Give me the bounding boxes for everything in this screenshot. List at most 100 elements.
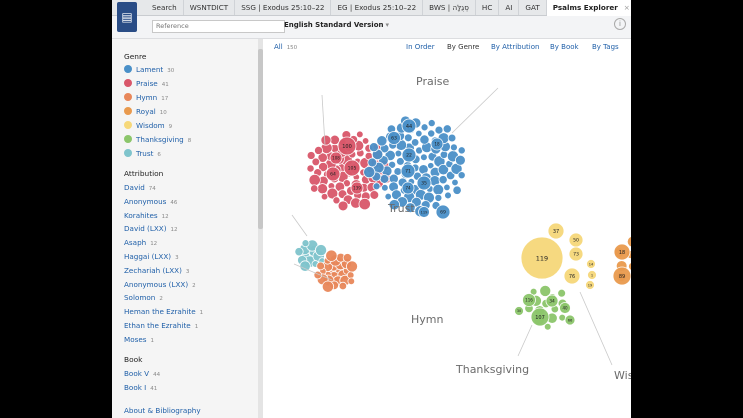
psalm-bubble[interactable]: [316, 261, 325, 271]
book-item-book-v[interactable]: Book V 44: [124, 369, 160, 378]
genre-item-royal[interactable]: Royal 10: [124, 107, 167, 116]
psalm-bubble[interactable]: [347, 277, 356, 286]
psalm-bubble[interactable]: [444, 191, 452, 200]
psalm-bubble[interactable]: [394, 149, 403, 158]
psalm-bubble[interactable]: [320, 192, 329, 201]
book-item-book-i[interactable]: Book I 41: [124, 383, 157, 392]
psalm-bubble[interactable]: [381, 183, 389, 192]
genre-item-lament[interactable]: Lament 30: [124, 65, 174, 74]
psalm-bubble[interactable]: [367, 157, 378, 168]
psalm-bubble[interactable]: [454, 154, 466, 166]
attribution-item-solomon[interactable]: Solomon 2: [124, 293, 163, 302]
psalm-bubble[interactable]: [346, 271, 355, 279]
attribution-item-anonymous-lxx[interactable]: Anonymous (LXX) 2: [124, 280, 196, 289]
genre-item-hymn[interactable]: Hymn 17: [124, 93, 168, 102]
psalm-bubble[interactable]: [356, 130, 364, 139]
psalm-bubble[interactable]: [457, 146, 466, 155]
psalm-bubble[interactable]: [451, 178, 459, 187]
psalm-bubble[interactable]: [557, 288, 567, 298]
attribution-item-zechariah-lxx[interactable]: Zechariah (LXX) 3: [124, 266, 189, 275]
psalm-bubble[interactable]: [447, 133, 457, 143]
attribution-item-heman-the-ezrahite[interactable]: Heman the Ezrahite 1: [124, 307, 203, 316]
genre-item-praise[interactable]: Praise 41: [124, 79, 169, 88]
psalm-bubble[interactable]: [626, 236, 631, 248]
info-icon[interactable]: i: [614, 18, 626, 30]
psalm-bubble[interactable]: [427, 129, 436, 138]
psalm-bubble[interactable]: [337, 200, 349, 212]
tab-wsntdict[interactable]: WSNTDICT: [184, 0, 236, 15]
view-by-tags[interactable]: By Tags: [592, 43, 619, 51]
psalm-bubble[interactable]: [434, 193, 443, 202]
psalm-bubble[interactable]: [420, 123, 429, 132]
psalm-bubble[interactable]: [539, 284, 552, 297]
psalm-bubble[interactable]: [361, 137, 370, 145]
psalm-bubble[interactable]: [403, 133, 413, 143]
tab-hc[interactable]: HC: [476, 0, 500, 15]
attribution-item-david-lxx[interactable]: David (LXX) 12: [124, 224, 178, 233]
psalm-bubble[interactable]: [306, 164, 315, 173]
psalm-bubble[interactable]: [346, 260, 358, 273]
psalm-bubble[interactable]: [368, 142, 379, 153]
view-by-attribution[interactable]: By Attribution: [491, 43, 539, 51]
tab-ssg-exodus-25-10-22[interactable]: SSG | Exodus 25:10–22: [235, 0, 332, 15]
psalm-bubble[interactable]: [301, 239, 310, 248]
psalm-bubble[interactable]: [376, 135, 388, 147]
psalm-bubble[interactable]: [434, 125, 444, 135]
tab-bws[interactable]: BWS | סְגֻלָּה: [423, 0, 476, 15]
genre-item-trust[interactable]: Trust 6: [124, 149, 161, 158]
attribution-item-haggai-lxx[interactable]: Haggai (LXX) 3: [124, 252, 179, 261]
sidebar-scrollbar[interactable]: [258, 39, 263, 418]
tab-psalms-explorer[interactable]: Psalms Explorer ×: [546, 0, 631, 16]
attribution-item-korahites[interactable]: Korahites 12: [124, 211, 169, 220]
psalm-bubble[interactable]: [314, 244, 328, 257]
psalm-bubble[interactable]: [314, 145, 324, 155]
scroll-thumb[interactable]: [258, 49, 263, 229]
tab-ai[interactable]: AI: [499, 0, 520, 15]
psalm-bubble[interactable]: [420, 153, 428, 162]
tab-gat[interactable]: GAT: [519, 0, 547, 15]
psalm-bubble[interactable]: [457, 171, 466, 180]
psalm-bubble[interactable]: [427, 119, 436, 128]
psalm-bubble[interactable]: [384, 192, 392, 201]
psalm-bubble[interactable]: [379, 174, 390, 184]
psalm-bubble[interactable]: [338, 281, 348, 291]
psalm-bubble[interactable]: [439, 150, 449, 159]
tab-search[interactable]: Search: [146, 0, 184, 15]
psalm-bubble[interactable]: [432, 183, 445, 196]
psalm-bubble[interactable]: [369, 190, 380, 200]
psalm-bubble[interactable]: [449, 143, 458, 152]
view-in-order[interactable]: In Order: [406, 43, 435, 51]
psalm-bubble[interactable]: [442, 124, 452, 134]
about-bibliography-link[interactable]: About & Bibliography: [124, 406, 201, 415]
attribution-item-david[interactable]: David 74: [124, 183, 156, 192]
attribution-item-asaph[interactable]: Asaph 12: [124, 238, 157, 247]
psalm-bubble[interactable]: [321, 280, 335, 293]
psalm-bubble[interactable]: [363, 166, 376, 179]
psalm-bubble[interactable]: [316, 183, 329, 195]
genre-item-wisdom[interactable]: Wisdom 9: [124, 121, 172, 130]
psalm-bubble[interactable]: [310, 184, 319, 193]
genre-item-thanksgiving[interactable]: Thanksgiving 8: [124, 135, 191, 144]
psalm-bubble[interactable]: [438, 175, 448, 185]
psalm-bubble[interactable]: [342, 253, 353, 263]
psalm-bubble[interactable]: [294, 247, 304, 257]
attribution-item-ethan-the-ezrahite[interactable]: Ethan the Ezrahite 1: [124, 321, 198, 330]
psalm-bubble[interactable]: [308, 173, 321, 187]
psalm-bubble[interactable]: [628, 262, 631, 271]
psalm-bubble[interactable]: [410, 138, 420, 147]
attribution-item-anonymous[interactable]: Anonymous 46: [124, 197, 177, 206]
psalm-bubble[interactable]: [443, 183, 451, 192]
all-filter-link[interactable]: All 150: [274, 43, 297, 51]
psalm-bubble[interactable]: [325, 249, 338, 262]
psalm-bubble[interactable]: [320, 134, 332, 146]
psalm-bubble[interactable]: [452, 185, 462, 195]
psalm-bubble[interactable]: [372, 182, 381, 191]
psalm-bubble[interactable]: [415, 129, 423, 138]
view-by-genre[interactable]: By Genre: [447, 43, 479, 51]
version-selector[interactable]: English Standard Version ▾: [284, 21, 389, 29]
psalm-bubble[interactable]: [358, 197, 371, 211]
tab-eg-exodus-25-10-22[interactable]: EG | Exodus 25:10–22: [331, 0, 424, 15]
attribution-item-moses[interactable]: Moses 1: [124, 335, 154, 344]
reference-input[interactable]: [152, 20, 285, 33]
view-by-book[interactable]: By Book: [550, 43, 579, 51]
